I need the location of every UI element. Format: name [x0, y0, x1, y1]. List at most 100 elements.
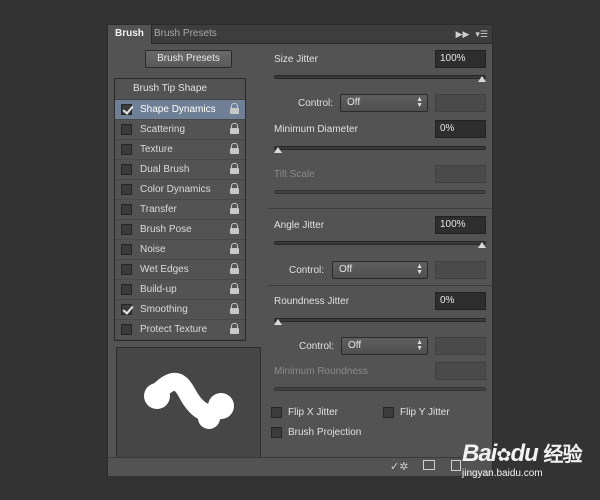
flip-x-label: Flip X Jitter [288, 407, 339, 418]
angle-jitter-slider-handle[interactable] [478, 242, 486, 248]
baidu-url-text: jingyan.baidu.com [462, 468, 543, 479]
brush-option-checkbox[interactable] [121, 144, 132, 155]
section-divider [268, 285, 492, 286]
brush-option-item[interactable]: Shape Dynamics [115, 100, 245, 120]
angle-jitter-value[interactable]: 100% [435, 216, 486, 234]
brush-option-label: Noise [140, 244, 166, 255]
grid-icon[interactable] [423, 460, 435, 470]
brush-option-checkbox[interactable] [121, 164, 132, 175]
min-diameter-slider-handle[interactable] [274, 147, 282, 153]
roundness-jitter-slider[interactable] [274, 318, 486, 322]
roundness-jitter-slider-handle[interactable] [274, 319, 282, 325]
min-roundness-slider [274, 387, 486, 391]
brush-option-checkbox[interactable] [121, 264, 132, 275]
toggle-live-tip-icon[interactable]: ✓✲ [390, 460, 408, 473]
brush-option-item[interactable]: Texture [115, 140, 245, 160]
control-select-3[interactable]: Off ▲ ▼ [341, 337, 428, 355]
panel-controls: ▶▶ ▾☰ [456, 28, 488, 40]
brush-tip-shape-item[interactable]: Brush Tip Shape [115, 79, 245, 100]
chevron-updown-icon: ▲ ▼ [416, 96, 423, 109]
control-label-2: Control: [289, 265, 325, 276]
lock-icon[interactable] [230, 283, 239, 294]
min-diameter-slider[interactable] [274, 146, 486, 150]
brush-option-label: Protect Texture [140, 324, 208, 335]
lock-icon[interactable] [230, 243, 239, 254]
paw-icon: ✿ [496, 445, 511, 465]
roundness-jitter-label: Roundness Jitter [274, 296, 350, 307]
chevron-updown-icon: ▲ ▼ [416, 339, 423, 352]
tab-brush[interactable]: Brush [108, 25, 152, 44]
brush-option-item[interactable]: Dual Brush [115, 160, 245, 180]
size-jitter-slider-handle[interactable] [478, 76, 486, 82]
lock-icon[interactable] [230, 163, 239, 174]
lock-icon[interactable] [230, 223, 239, 234]
baidu-brand-text-1: Bai [462, 440, 497, 467]
brush-option-item[interactable]: Brush Pose [115, 220, 245, 240]
lock-icon[interactable] [230, 183, 239, 194]
lock-icon[interactable] [230, 143, 239, 154]
brush-option-checkbox[interactable] [121, 224, 132, 235]
lock-icon[interactable] [230, 123, 239, 134]
brush-option-item[interactable]: Transfer [115, 200, 245, 220]
control-select-1[interactable]: Off ▲ ▼ [340, 94, 428, 112]
brush-option-label: Smoothing [140, 304, 188, 315]
control-select-3-value: Off [348, 340, 362, 351]
brush-option-item[interactable]: Wet Edges [115, 260, 245, 280]
brush-option-checkbox[interactable] [121, 124, 132, 135]
brush-option-checkbox[interactable] [121, 204, 132, 215]
size-jitter-value[interactable]: 100% [435, 50, 486, 68]
tilt-scale-slider [274, 190, 486, 194]
lock-icon[interactable] [230, 103, 239, 114]
brush-option-item[interactable]: Protect Texture [115, 320, 245, 340]
control-label-1: Control: [298, 98, 334, 109]
tilt-scale-label: Tilt Scale [274, 169, 315, 180]
brush-option-item[interactable]: Noise [115, 240, 245, 260]
brush-option-label: Color Dynamics [140, 184, 211, 195]
brush-option-checkbox[interactable] [121, 304, 132, 315]
brush-projection-checkbox[interactable] [271, 427, 282, 438]
size-jitter-label: Size Jitter [274, 54, 318, 65]
brush-presets-button[interactable]: Brush Presets [145, 50, 232, 68]
brush-option-label: Shape Dynamics [140, 104, 216, 115]
min-diameter-value[interactable]: 0% [435, 120, 486, 138]
brush-option-checkbox[interactable] [121, 104, 132, 115]
control-select-2[interactable]: Off ▲ ▼ [332, 261, 428, 279]
panel-footer: ✓✲ [108, 457, 492, 476]
brush-projection-label: Brush Projection [288, 427, 362, 438]
brush-option-checkbox[interactable] [121, 184, 132, 195]
baidu-watermark: Bai✿du 经验 jingyan.baidu.com [462, 438, 592, 488]
brush-option-item[interactable]: Color Dynamics [115, 180, 245, 200]
brush-option-checkbox[interactable] [121, 244, 132, 255]
panel-tab-bar: Brush Brush Presets ▶▶ ▾☰ [108, 25, 492, 44]
min-roundness-label: Minimum Roundness [274, 366, 368, 377]
roundness-jitter-value[interactable]: 0% [435, 292, 486, 310]
tab-brush-presets[interactable]: Brush Presets [147, 25, 224, 43]
lock-icon[interactable] [230, 263, 239, 274]
brush-option-checkbox[interactable] [121, 284, 132, 295]
brush-option-label: Dual Brush [140, 164, 190, 175]
panel-menu-icon[interactable]: ▾☰ [475, 29, 488, 40]
new-brush-icon[interactable] [451, 460, 461, 471]
control-3-value-field [435, 337, 486, 355]
lock-icon[interactable] [230, 303, 239, 314]
baidu-cn-text: 经验 [543, 444, 582, 466]
angle-jitter-label: Angle Jitter [274, 220, 325, 231]
brush-option-checkbox[interactable] [121, 324, 132, 335]
flip-x-checkbox[interactable] [271, 407, 282, 418]
brush-option-label: Wet Edges [140, 264, 189, 275]
brush-option-label: Transfer [140, 204, 177, 215]
brush-option-item[interactable]: Build-up [115, 280, 245, 300]
flip-y-checkbox[interactable] [383, 407, 394, 418]
lock-icon[interactable] [230, 323, 239, 334]
chevron-updown-icon: ▲ ▼ [416, 263, 423, 276]
collapse-icon[interactable]: ▶▶ [456, 29, 470, 40]
control-1-value-field [435, 94, 486, 112]
angle-jitter-slider[interactable] [274, 241, 486, 245]
flip-y-label: Flip Y Jitter [400, 407, 450, 418]
control-select-1-value: Off [347, 97, 361, 108]
size-jitter-slider[interactable] [274, 75, 486, 79]
lock-icon[interactable] [230, 203, 239, 214]
brush-option-item[interactable]: Scattering [115, 120, 245, 140]
brush-option-item[interactable]: Smoothing [115, 300, 245, 320]
control-select-2-value: Off [339, 264, 353, 275]
